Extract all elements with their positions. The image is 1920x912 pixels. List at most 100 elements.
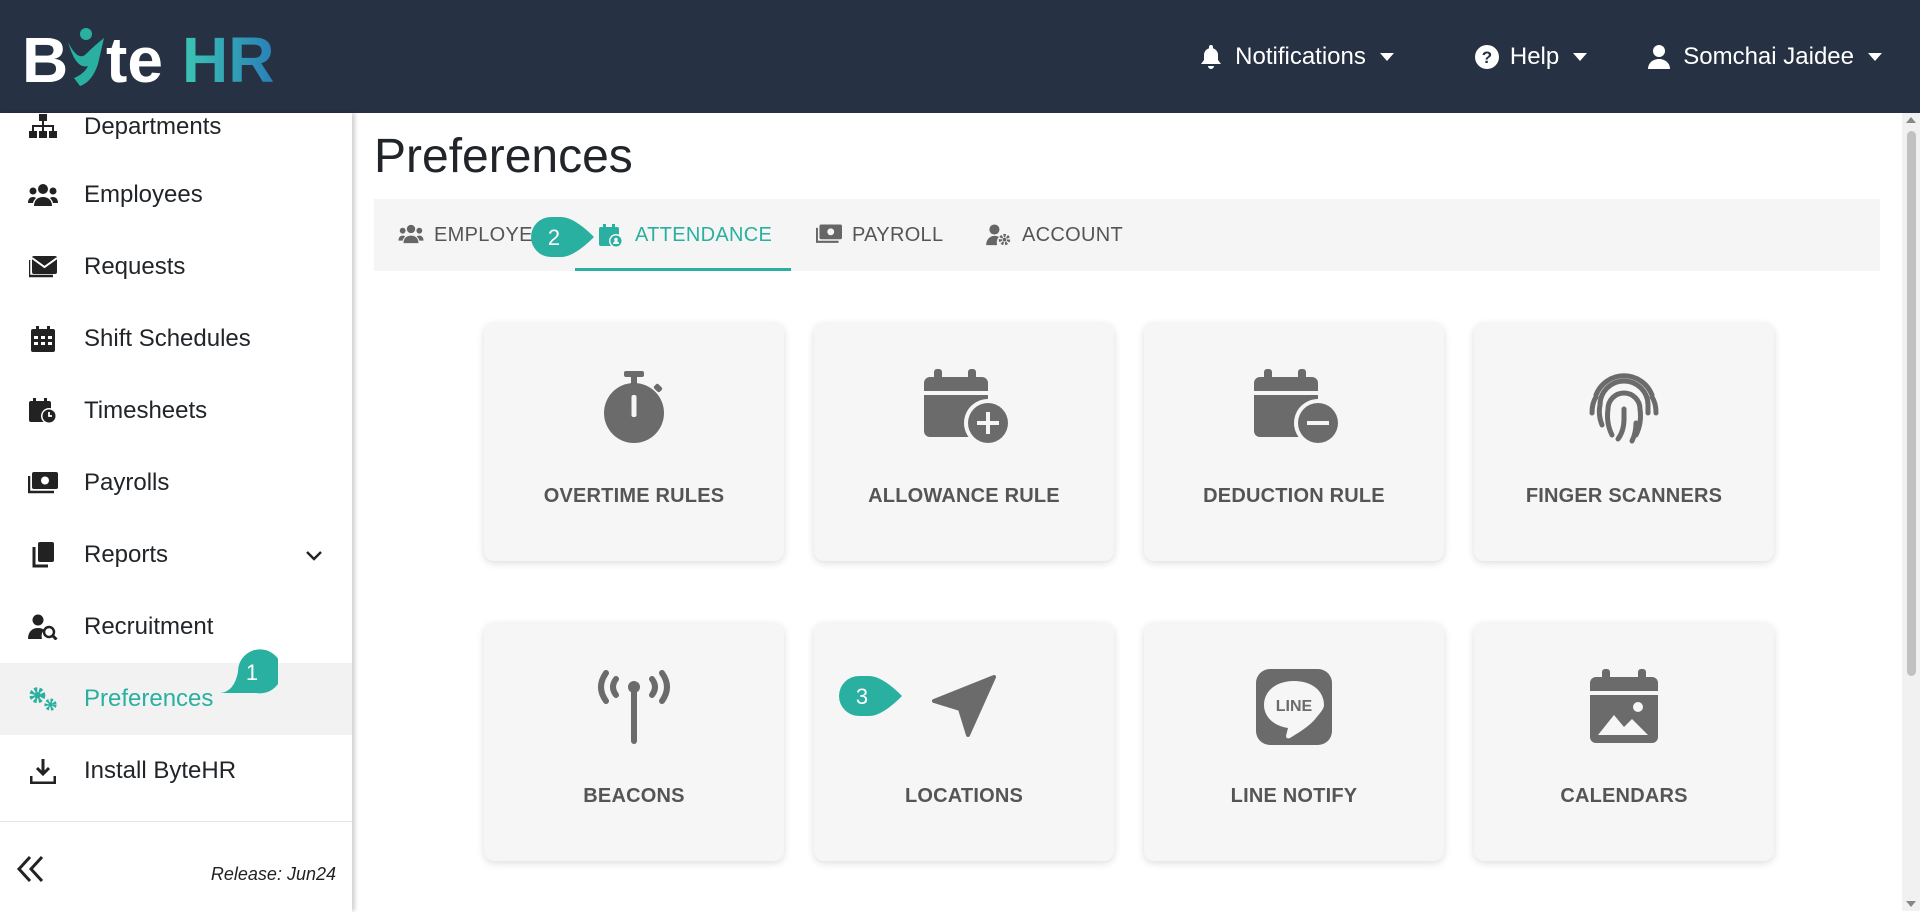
tab-attendance[interactable]: ATTENDANCE <box>575 199 791 271</box>
sidebar-item-timesheets[interactable]: Timesheets <box>0 375 352 447</box>
chevron-down-icon[interactable] <box>302 543 326 567</box>
users-icon <box>398 224 424 246</box>
download-icon <box>28 756 58 786</box>
stopwatch-icon <box>594 367 674 447</box>
scrollbar-thumb[interactable] <box>1907 131 1916 676</box>
marker-number: 1 <box>245 660 259 685</box>
sidebar-item-label: Install ByteHR <box>84 757 237 784</box>
question-circle-icon: ? <box>1474 44 1500 70</box>
svg-text:B: B <box>22 24 68 90</box>
location-arrow-icon <box>924 667 1004 747</box>
envelope-icon <box>28 252 58 282</box>
notifications-label: Notifications <box>1235 42 1366 70</box>
gears-icon <box>28 684 58 714</box>
marker-number: 3 <box>855 684 869 709</box>
card-label: LOCATIONS <box>904 785 1024 807</box>
sidebar-item-reports[interactable]: Reports <box>0 519 352 591</box>
tab-label: PAYROLL <box>852 223 944 246</box>
tower-broadcast-icon <box>594 667 674 747</box>
card-label: DEDUCTION RULE <box>1203 485 1385 507</box>
page-title: Preferences <box>374 130 633 183</box>
money-bill-icon <box>816 224 842 246</box>
bell-icon <box>1199 44 1225 70</box>
finger-scanners-card[interactable]: FINGER SCANNERS <box>1474 323 1774 561</box>
svg-text:te: te <box>106 24 163 90</box>
overtime-rules-card[interactable]: OVERTIME RULES <box>484 323 784 561</box>
deduction-rule-card[interactable]: DEDUCTION RULE <box>1144 323 1444 561</box>
svg-text:HR: HR <box>182 24 274 90</box>
collapse-sidebar-icon[interactable] <box>14 854 50 884</box>
sidebar-item-label: Reports <box>84 541 169 568</box>
caret-down-icon <box>1573 52 1588 61</box>
sidebar-item-install-bytehr[interactable]: Install ByteHR <box>0 735 352 807</box>
sidebar-item-label: Payrolls <box>84 469 170 496</box>
locations-card[interactable]: LOCATIONS <box>814 623 1114 861</box>
sidebar-item-label: Shift Schedules <box>84 325 251 352</box>
copy-icon <box>28 540 58 570</box>
tab-payroll[interactable]: PAYROLL <box>816 199 943 271</box>
user-search-icon <box>28 612 58 642</box>
sidebar-item-label: Employees <box>84 181 203 208</box>
sidebar-item-requests[interactable]: Requests <box>0 231 352 303</box>
sidebar-item-payrolls[interactable]: Payrolls <box>0 447 352 519</box>
preferences-tabs: EMPLOYEE ATTENDANCE PAYROLL ACCOUNT <box>374 199 1880 271</box>
release-version: Release: Jun24 <box>210 864 336 884</box>
card-label: OVERTIME RULES <box>543 485 725 507</box>
sitemap-icon <box>28 112 58 142</box>
line-icon-text: LINE <box>1276 698 1313 715</box>
sidebar-item-label: Requests <box>84 253 186 280</box>
help-dropdown[interactable]: ? Help <box>1474 42 1588 71</box>
caret-down-icon <box>1868 52 1882 61</box>
sidebar-item-shift-schedules[interactable]: Shift Schedules <box>0 303 352 375</box>
calendar-clock-icon <box>28 396 58 426</box>
users-icon <box>28 180 58 210</box>
card-label: FINGER SCANNERS <box>1525 485 1723 507</box>
sidebar-item-employees[interactable]: Employees <box>0 159 352 231</box>
beacons-card[interactable]: BEACONS <box>484 623 784 861</box>
sidebar-item-label: Departments <box>84 113 222 140</box>
sidebar-item-preferences[interactable]: Preferences <box>0 663 352 735</box>
sidebar-item-label: Recruitment <box>84 613 214 640</box>
user-icon <box>1647 44 1673 70</box>
svg-text:?: ? <box>1482 48 1492 67</box>
calendar-image-icon <box>1584 667 1664 747</box>
card-label: BEACONS <box>583 785 685 807</box>
sidebar-item-recruitment[interactable]: Recruitment <box>0 591 352 663</box>
tab-label: ATTENDANCE <box>635 223 773 246</box>
card-label: CALENDARS <box>1560 785 1688 807</box>
card-label: LINE NOTIFY <box>1230 785 1358 807</box>
main-scrollbar[interactable] <box>1902 113 1920 911</box>
marker-number: 2 <box>547 225 561 250</box>
tab-employee[interactable]: EMPLOYEE <box>398 199 546 271</box>
fingerprint-icon <box>1584 367 1664 447</box>
calendar-minus-icon <box>1254 367 1342 447</box>
calendars-card[interactable]: CALENDARS <box>1474 623 1774 861</box>
allowance-rule-card[interactable]: ALLOWANCE RULE <box>814 323 1114 561</box>
sidebar-item-departments[interactable]: Departments <box>0 91 352 163</box>
user-menu-dropdown[interactable]: Somchai Jaidee <box>1647 43 1882 71</box>
sidebar-footer: Release: Jun24 <box>0 821 352 912</box>
tab-label: ACCOUNT <box>1022 223 1123 246</box>
line-icon: LINE <box>1254 667 1334 747</box>
tab-account[interactable]: ACCOUNT <box>986 199 1123 271</box>
calendar-user-icon <box>599 224 625 248</box>
line-notify-card[interactable]: LINE LINE NOTIFY <box>1144 623 1444 861</box>
sidebar: Departments Employees Requests Shift Sch… <box>0 113 352 912</box>
step-marker-3: 3 <box>838 675 902 722</box>
calendar-plus-icon <box>924 367 1012 447</box>
step-marker-1: 1 <box>220 648 282 701</box>
scroll-down-icon[interactable] <box>1906 901 1916 907</box>
bytehr-logo[interactable]: B te HR <box>22 24 312 90</box>
calendar-icon <box>28 324 58 354</box>
sidebar-item-label: Preferences <box>84 685 214 712</box>
caret-down-icon <box>1379 52 1394 61</box>
user-name: Somchai Jaidee <box>1683 42 1854 70</box>
user-gear-icon <box>986 224 1012 246</box>
card-label: ALLOWANCE RULE <box>868 485 1060 507</box>
sidebar-item-label: Timesheets <box>84 397 208 424</box>
step-marker-2: 2 <box>530 216 594 263</box>
help-label: Help <box>1509 42 1560 70</box>
money-bill-icon <box>28 468 58 498</box>
notifications-dropdown[interactable]: Notifications <box>1199 43 1394 71</box>
scroll-up-icon[interactable] <box>1906 117 1916 123</box>
